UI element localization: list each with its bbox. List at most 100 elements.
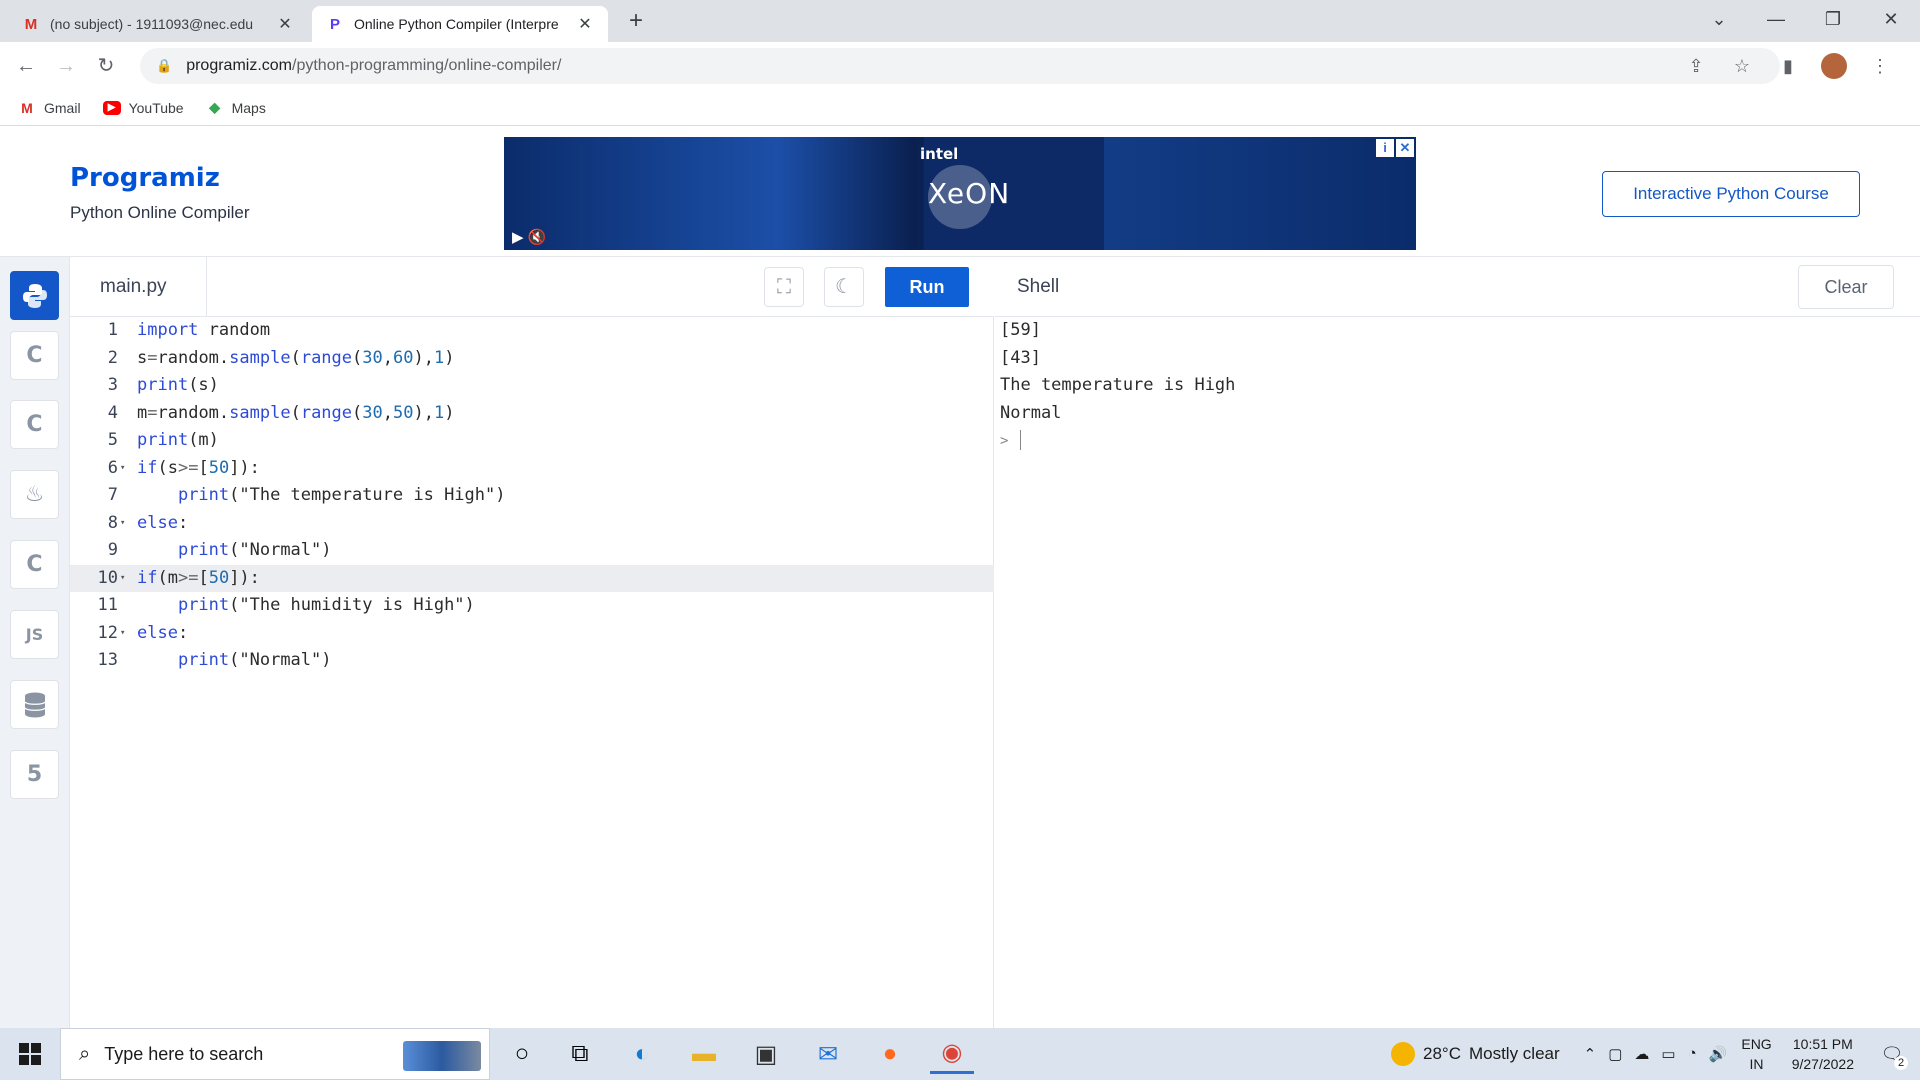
tab-online-python-compiler[interactable]: P Online Python Compiler (Interpre ✕ <box>312 6 608 42</box>
code-line[interactable]: 11 print("The humidity is High") <box>70 592 994 620</box>
code-line[interactable]: 7 print("The temperature is High") <box>70 482 994 510</box>
windows-taskbar: ⌕ Type here to search ○ ⧉ ◐ ▬ ▣ ✉ ● ◉ 28… <box>0 1028 1920 1080</box>
sidebar-item-csharp[interactable]: C <box>10 540 59 589</box>
toolbar-actions: ⇪ ☆ ▮ ⋮ <box>1680 50 1896 82</box>
bookmark-gmail[interactable]: M Gmail <box>18 99 80 116</box>
sidebar-item-js[interactable]: JS <box>10 610 59 659</box>
sidebar-item-python[interactable] <box>10 271 59 320</box>
restore-button[interactable]: ❐ <box>1804 0 1862 38</box>
notification-count: 2 <box>1894 1056 1908 1070</box>
close-window-button[interactable]: ✕ <box>1862 0 1920 38</box>
gmail-icon: M <box>21 99 33 116</box>
sidebar-item-java[interactable]: ♨ <box>10 470 59 519</box>
close-icon[interactable]: ✕ <box>576 14 594 34</box>
play-icon[interactable]: ▶ <box>512 229 524 246</box>
bookmarks-bar: M Gmail ▶ YouTube ◆ Maps <box>0 90 1920 126</box>
notification-icon[interactable]: 🗨 2 <box>1874 1036 1910 1072</box>
file-tab-main-py[interactable]: main.py <box>70 257 207 317</box>
code-line[interactable]: 3 print(s) <box>70 372 994 400</box>
tab-search-icon[interactable]: ⌄ <box>1690 0 1748 38</box>
code-editor[interactable]: 1 import random 2 s=random.sample(range(30,… <box>70 317 994 1028</box>
bookmark-youtube[interactable]: ▶ YouTube <box>102 100 184 116</box>
bookmark-maps[interactable]: ◆ Maps <box>206 99 266 116</box>
ad-controls[interactable]: ▶ 🔇 <box>512 228 546 246</box>
code-text: else: <box>137 512 189 533</box>
file-explorer-icon[interactable]: ▬ <box>682 1034 726 1074</box>
code-line[interactable]: 12 ▾ else: <box>70 620 994 648</box>
chevron-up-icon[interactable]: ⌃ <box>1584 1045 1597 1063</box>
forward-icon[interactable]: → <box>50 50 82 82</box>
interactive-python-course-button[interactable]: Interactive Python Course <box>1602 171 1860 217</box>
fold-arrow-icon[interactable]: ▾ <box>120 565 125 593</box>
weather-widget[interactable]: 28°C Mostly clear <box>1390 1042 1560 1066</box>
programiz-icon: P <box>329 15 340 33</box>
code-text: import random <box>137 320 271 340</box>
taskbar-search-input[interactable]: ⌕ Type here to search <box>60 1028 490 1080</box>
code-line[interactable]: 13 print("Normal") <box>70 647 994 675</box>
url-input[interactable]: 🔒 programiz.com/python-programming/onlin… <box>140 48 1780 84</box>
code-line[interactable]: 6 ▾ if(s>=[50]): <box>70 455 994 483</box>
mute-icon[interactable]: 🔇 <box>528 229 547 246</box>
tab-gmail[interactable]: M (no subject) - 1911093@nec.edu ✕ <box>8 6 308 42</box>
fold-arrow-icon[interactable]: ▾ <box>120 620 125 648</box>
fullscreen-icon[interactable]: ⛶ <box>764 267 804 307</box>
dark-mode-icon[interactable]: ☾ <box>824 267 864 307</box>
sidebar-item-cpp[interactable]: C <box>10 400 59 449</box>
windows-logo-icon <box>19 1043 41 1065</box>
code-text: print(m) <box>137 430 219 450</box>
reload-icon[interactable]: ↻ <box>90 50 122 82</box>
fold-arrow-icon[interactable]: ▾ <box>120 455 125 483</box>
menu-kebab-icon[interactable]: ⋮ <box>1864 50 1896 82</box>
clear-button[interactable]: Clear <box>1798 265 1894 309</box>
sidebar-item-html[interactable]: 5 <box>10 750 59 799</box>
line-number: 11 <box>97 595 118 615</box>
new-tab-button[interactable]: + <box>620 6 652 38</box>
close-icon[interactable]: ✕ <box>276 14 294 34</box>
line-number: 13 <box>97 650 118 670</box>
code-line[interactable]: 5 print(m) <box>70 427 994 455</box>
clock[interactable]: 10:51 PM 9/27/2022 <box>1792 1034 1854 1074</box>
sidebar-item-c[interactable]: C <box>10 331 59 380</box>
code-line[interactable]: 2 s=random.sample(range(30,60),1) <box>70 345 994 373</box>
shell-output[interactable]: [59] [43] The temperature is High Normal… <box>995 317 1920 1028</box>
chrome-icon[interactable]: ◉ <box>930 1034 974 1074</box>
fold-arrow-icon[interactable]: ▾ <box>120 510 125 538</box>
edge-icon[interactable]: ◐ <box>620 1034 664 1074</box>
cortana-icon[interactable]: ○ <box>500 1034 544 1074</box>
sidebar-item-sql[interactable] <box>10 680 59 729</box>
code-line[interactable]: 9 print("Normal") <box>70 537 994 565</box>
code-line[interactable]: 8 ▾ else: <box>70 510 994 538</box>
search-placeholder: Type here to search <box>104 1043 264 1064</box>
code-line[interactable]: 1 import random <box>70 317 994 345</box>
ad-close-icon[interactable]: ✕ <box>1396 139 1414 157</box>
battery-icon[interactable]: ▭ <box>1661 1045 1675 1063</box>
bookmark-star-icon[interactable]: ☆ <box>1726 50 1758 82</box>
python-icon <box>22 283 47 308</box>
firefox-icon[interactable]: ● <box>868 1034 912 1074</box>
run-button[interactable]: Run <box>885 267 969 307</box>
ad-brand: intel <box>920 145 959 163</box>
side-panel-icon[interactable]: ▮ <box>1772 50 1804 82</box>
store-icon[interactable]: ▣ <box>744 1034 788 1074</box>
task-view-icon[interactable]: ⧉ <box>558 1034 602 1074</box>
weather-temp: 28°C <box>1422 1044 1461 1063</box>
shell-input-line[interactable]: > <box>1000 427 1920 455</box>
wifi-icon[interactable]: ◔ <box>1688 1045 1697 1063</box>
code-line[interactable]: 4 m=random.sample(range(30,50),1) <box>70 400 994 428</box>
start-button[interactable] <box>0 1028 60 1080</box>
mail-icon[interactable]: ✉ <box>806 1034 850 1074</box>
share-icon[interactable]: ⇪ <box>1680 50 1712 82</box>
ad-badge[interactable]: i ✕ <box>1376 139 1414 157</box>
volume-icon[interactable]: 🔊 <box>1709 1045 1728 1063</box>
language-indicator[interactable]: ENG IN <box>1741 1034 1771 1074</box>
programiz-logo[interactable]: Programiz <box>70 163 220 193</box>
code-line[interactable]: 10 ▾ if(m>=[50]): <box>70 564 994 593</box>
onedrive-icon[interactable]: ☁ <box>1634 1045 1649 1063</box>
back-icon[interactable]: ← <box>10 50 42 82</box>
minimize-button[interactable]: — <box>1747 0 1805 38</box>
lock-icon[interactable]: 🔒 <box>156 58 172 74</box>
ad-banner[interactable]: intel XeON ▶ 🔇 i ✕ <box>504 137 1416 250</box>
ad-info-icon[interactable]: i <box>1376 139 1394 157</box>
profile-avatar[interactable] <box>1821 53 1847 79</box>
meet-now-icon[interactable]: ▢ <box>1608 1045 1622 1063</box>
